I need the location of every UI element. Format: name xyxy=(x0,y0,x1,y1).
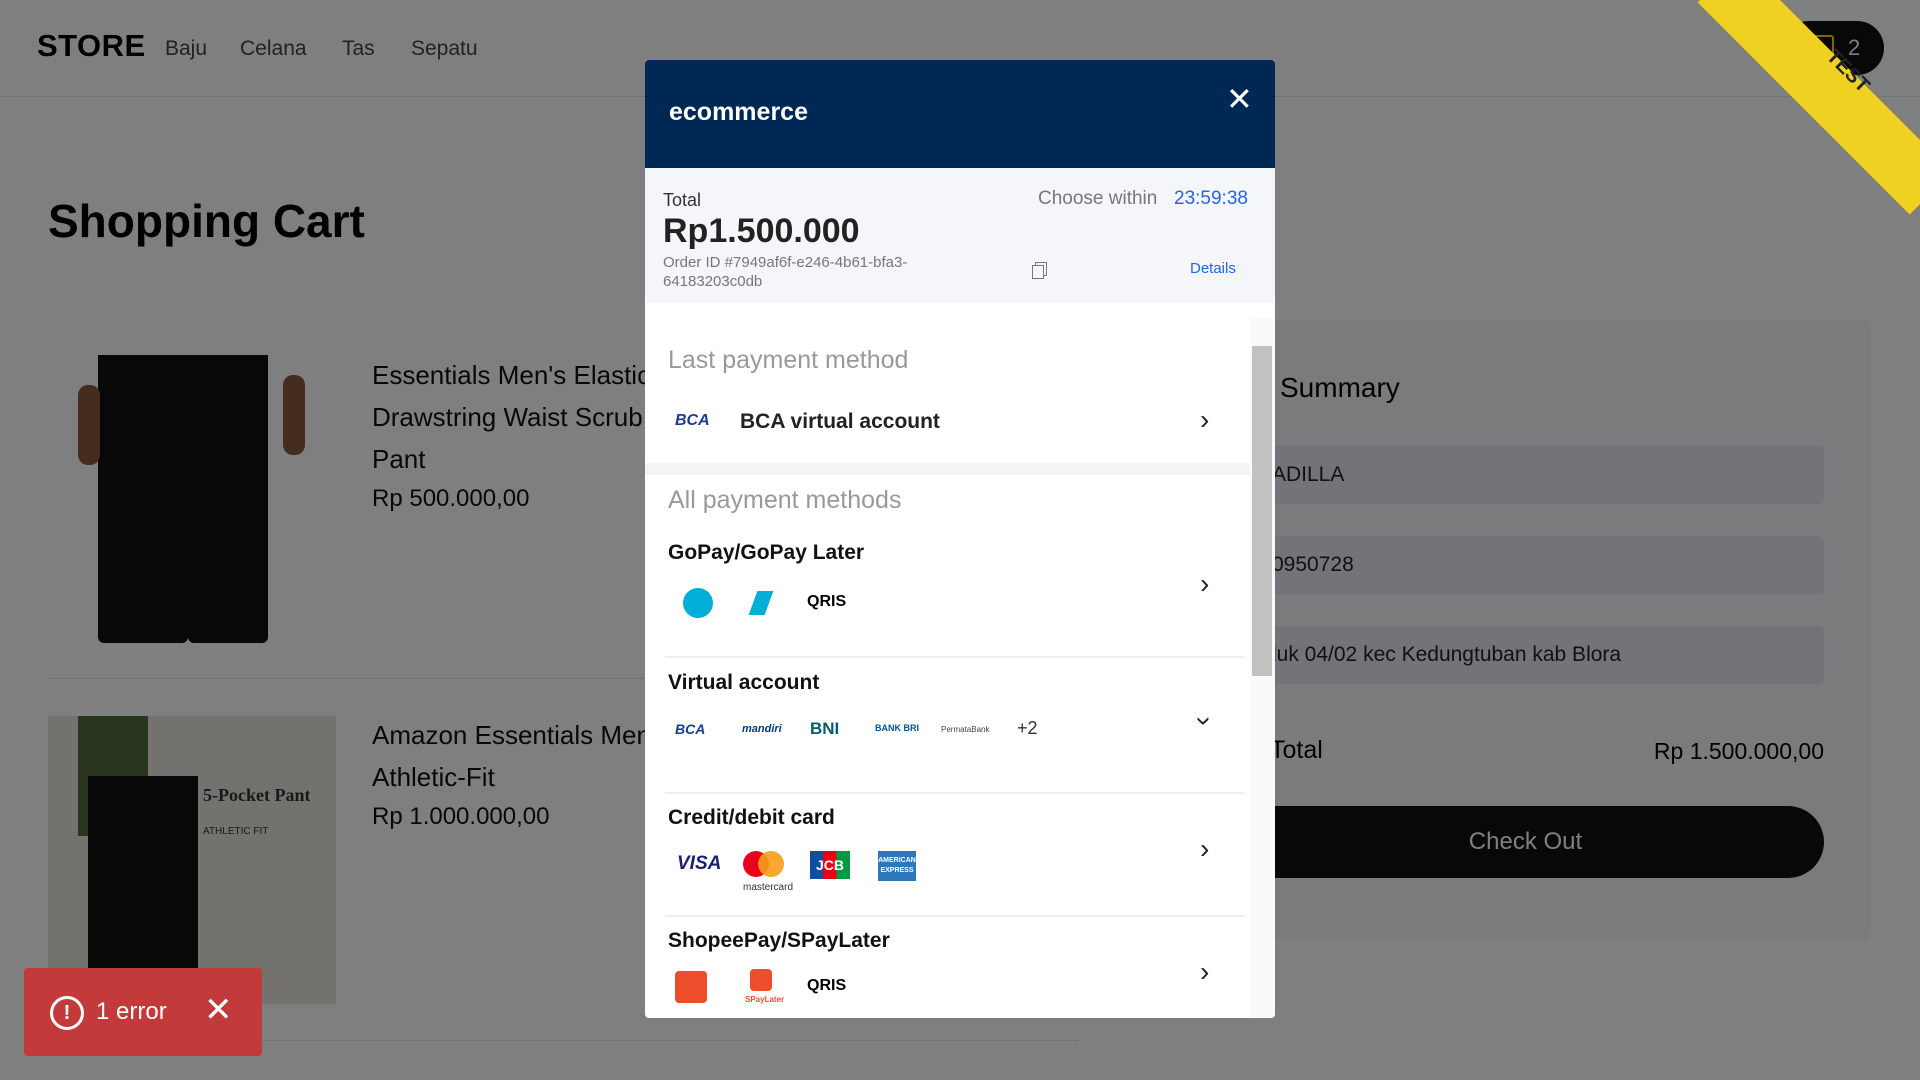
payment-methods-list[interactable]: Last payment method BCA BCA virtual acco… xyxy=(645,318,1250,1018)
mandiri-logo: mandiri xyxy=(742,723,782,735)
last-method-title: Last payment method xyxy=(668,346,909,374)
last-method-label: BCA virtual account xyxy=(740,410,940,433)
visa-logo: VISA xyxy=(677,853,722,874)
bca-logo: BCA xyxy=(675,412,710,429)
section-separator xyxy=(645,463,1250,475)
method-card[interactable]: Credit/debit card VISA mastercard JCB AM… xyxy=(645,798,1250,908)
close-icon[interactable]: ✕ xyxy=(1226,80,1253,118)
method-gopay[interactable]: GoPay/GoPay Later QRIS › xyxy=(645,533,1250,643)
spaylater-icon xyxy=(750,969,772,991)
spaylater-logo: SPayLater xyxy=(745,995,785,1004)
countdown-timer: 23:59:38 xyxy=(1174,188,1248,209)
amex-logo: AMERICAN EXPRESS xyxy=(878,851,916,881)
chevron-down-icon: › xyxy=(1189,716,1221,726)
error-count: 1 error xyxy=(96,998,167,1025)
gopay-icon xyxy=(683,588,713,618)
bni-logo: BNI xyxy=(810,719,840,738)
method-title-va: Virtual account xyxy=(668,671,820,694)
more-count: +2 xyxy=(1017,718,1038,738)
close-icon[interactable]: ✕ xyxy=(204,990,233,1030)
total-label: Total xyxy=(663,190,702,210)
bca-logo: BCA xyxy=(675,721,706,737)
qris-logo: QRIS xyxy=(807,593,847,610)
method-title-gopay: GoPay/GoPay Later xyxy=(668,541,865,564)
mastercard-label: mastercard xyxy=(743,882,794,893)
bri-logo: BANK BRI xyxy=(875,723,919,733)
details-link[interactable]: Details xyxy=(1190,260,1236,277)
modal-header: ecommerce ✕ xyxy=(645,60,1275,168)
last-method-row[interactable]: BCA BCA virtual account › xyxy=(645,390,1250,450)
order-id: Order ID #7949af6f-e246-4b61-bfa3-641832… xyxy=(663,254,908,290)
alert-icon: ! xyxy=(50,996,84,1030)
error-toast[interactable]: ! 1 error ✕ xyxy=(24,968,262,1056)
divider xyxy=(665,915,1245,917)
chevron-right-icon: › xyxy=(1200,956,1210,987)
chevron-right-icon: › xyxy=(1200,568,1210,599)
scrollbar-thumb[interactable] xyxy=(1252,346,1272,676)
choose-within-label: Choose within xyxy=(1038,188,1158,209)
transaction-summary: Total Choose within 23:59:38 Rp1.500.000… xyxy=(645,168,1275,303)
method-virtual-account[interactable]: Virtual account BCA mandiri BNI BANK BRI… xyxy=(645,663,1250,783)
chevron-right-icon: › xyxy=(1200,833,1210,864)
jcb-logo: JCB xyxy=(810,851,850,879)
merchant-name: ecommerce xyxy=(669,98,808,126)
divider xyxy=(665,792,1245,794)
copy-icon-front[interactable] xyxy=(1032,265,1044,279)
qris-logo: QRIS xyxy=(807,977,847,994)
payment-modal: ecommerce ✕ Total Choose within 23:59:38… xyxy=(645,60,1275,1018)
permata-logo: PermataBank xyxy=(941,725,990,734)
method-title-shopeepay: ShopeePay/SPayLater xyxy=(668,929,890,952)
gopaylater-icon xyxy=(748,591,774,615)
method-shopeepay[interactable]: ShopeePay/SPayLater SPayLater QRIS › xyxy=(645,921,1250,1018)
total-amount: Rp1.500.000 xyxy=(663,212,860,250)
method-title-card: Credit/debit card xyxy=(668,806,835,829)
all-methods-title: All payment methods xyxy=(668,486,902,514)
mastercard-logo-right xyxy=(758,851,784,877)
shopeepay-icon xyxy=(675,971,707,1003)
chevron-right-icon: › xyxy=(1200,404,1210,435)
divider xyxy=(665,656,1245,658)
